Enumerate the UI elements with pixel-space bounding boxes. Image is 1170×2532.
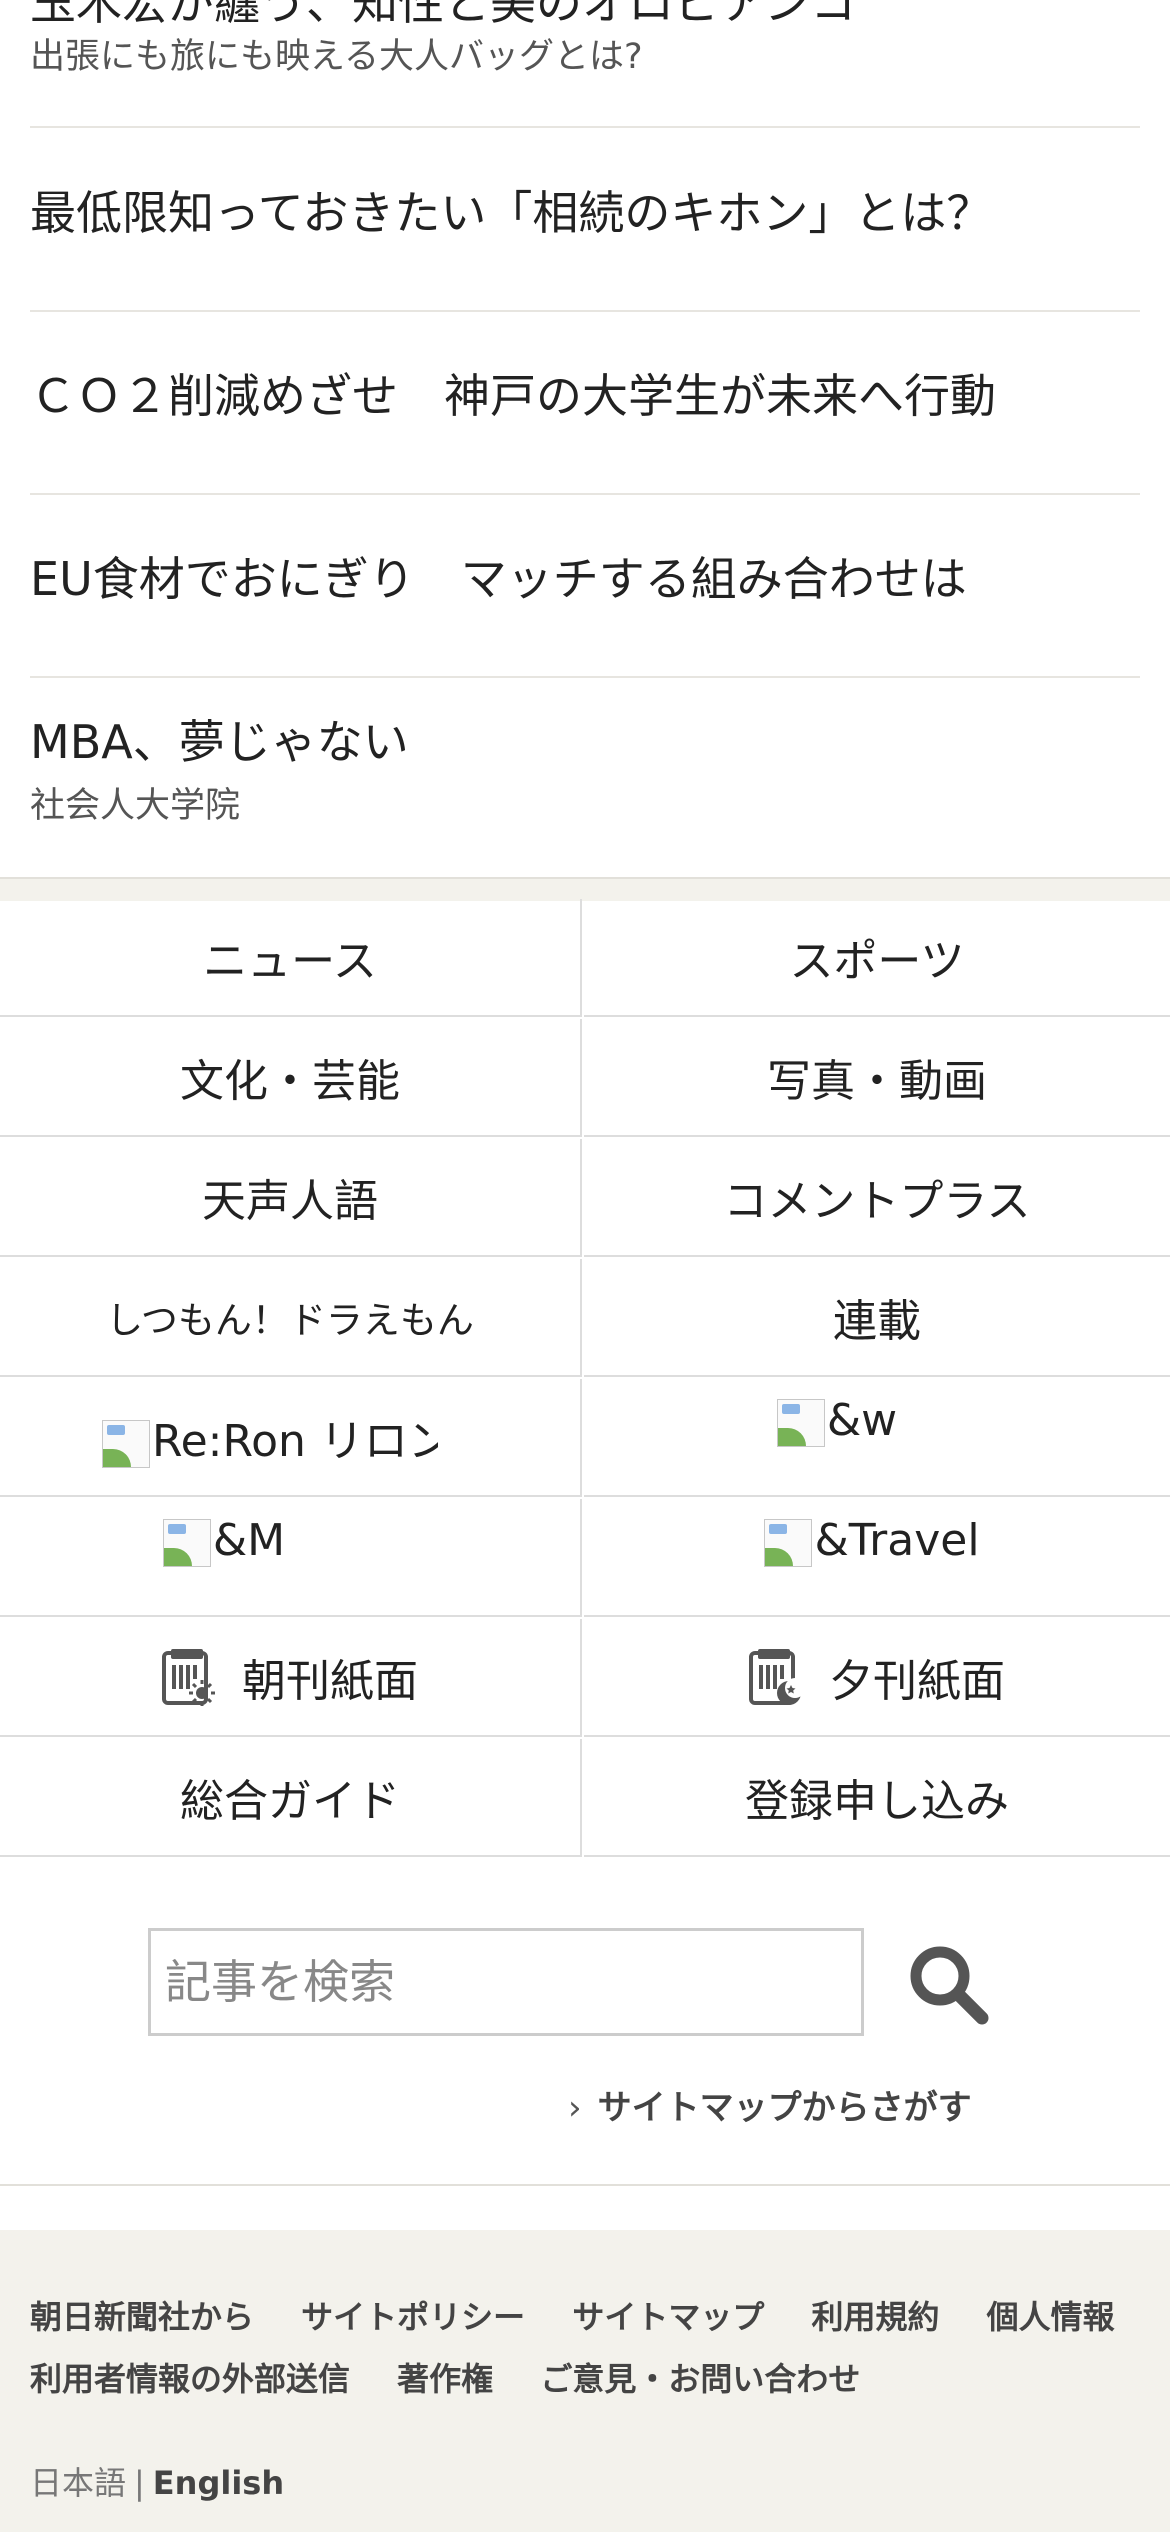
category-label: 文化・芸能 <box>180 1056 400 1107</box>
lang-english-link[interactable]: English <box>153 2464 284 2502</box>
category-label: しつもん！ドラえもん <box>106 1299 474 1342</box>
footer-link-privacy[interactable]: 個人情報 <box>987 2298 1115 2336</box>
category-morning-paper[interactable]: 朝刊紙面 <box>0 1619 582 1737</box>
category-label: コメントプラス <box>723 1176 1031 1227</box>
language-switch: 日本語 | English <box>30 2458 284 2504</box>
sitemap-link[interactable]: › サイトマップからさがす <box>568 2080 972 2129</box>
article-item[interactable]: ＣＯ２削減めざせ 神戸の大学生が未来へ行動 <box>30 311 1140 495</box>
footer-links-row: 利用者情報の外部送信 著作権 ご意見・お問い合わせ <box>30 2348 1150 2410</box>
footer-link-contact[interactable]: ご意見・お問い合わせ <box>540 2360 860 2398</box>
search-area: › サイトマップからさがす <box>0 1858 1170 2186</box>
broken-image-icon <box>102 1420 150 1468</box>
article-title[interactable]: 玉木宏が纏う、知性と美のオロビアンコ <box>30 0 856 31</box>
article-item[interactable]: MBA、夢じゃない 社会人大学院 <box>30 677 1140 877</box>
category-doraemon[interactable]: しつもん！ドラえもん <box>0 1259 582 1377</box>
footer-link-terms[interactable]: 利用規約 <box>811 2298 939 2336</box>
category-label: 写真・動画 <box>767 1056 987 1107</box>
category-label: 天声人語 <box>202 1176 378 1227</box>
category-label: 夕刊紙面 <box>829 1656 1005 1707</box>
footer-link-site-policy[interactable]: サイトポリシー <box>301 2298 525 2336</box>
article-title[interactable]: 最低限知っておきたい「相続のキホン」とは？ <box>30 186 992 241</box>
page: 玉木宏が纏う、知性と美のオロビアンコ 出張にも旅にも映える大人バッグとは? 最低… <box>0 0 1170 2532</box>
category-guide[interactable]: 総合ガイド <box>0 1739 582 1857</box>
category-reron[interactable]: Re:Ron リロン <box>0 1379 582 1497</box>
footer-link-company[interactable]: 朝日新聞社から <box>30 2298 254 2336</box>
category-evening-paper[interactable]: 夕刊紙面 <box>584 1619 1170 1737</box>
category-label: Re:Ron リロン <box>152 1416 438 1467</box>
broken-image-icon <box>776 1399 825 1447</box>
lang-separator: | <box>134 2464 145 2502</box>
chevron-right-icon: › <box>568 2088 582 2128</box>
category-serial[interactable]: 連載 <box>584 1259 1170 1377</box>
morning-paper-icon <box>162 1649 215 1706</box>
category-label: 登録申し込み <box>745 1776 1009 1827</box>
footer-link-sitemap[interactable]: サイトマップ <box>572 2298 764 2336</box>
category-label: スポーツ <box>789 936 965 987</box>
category-label: 総合ガイド <box>180 1776 400 1827</box>
footer-link-copyright[interactable]: 著作権 <box>397 2360 493 2398</box>
category-and-m[interactable]: &M <box>0 1499 582 1617</box>
article-title[interactable]: MBA、夢じゃない <box>30 715 409 770</box>
category-label: &w <box>826 1395 898 1446</box>
category-news[interactable]: ニュース <box>0 899 582 1017</box>
category-label: ニュース <box>203 936 377 987</box>
footer-links-row: 朝日新聞社から サイトポリシー サイトマップ 利用規約 個人情報 <box>30 2286 1150 2348</box>
category-label: &M <box>212 1515 286 1566</box>
category-comment-plus[interactable]: コメントプラス <box>584 1139 1170 1257</box>
category-and-travel[interactable]: &Travel <box>584 1499 1170 1617</box>
broken-image-icon <box>764 1519 813 1567</box>
footer: 朝日新聞社から サイトポリシー サイトマップ 利用規約 個人情報 利用者情報の外… <box>0 2230 1170 2532</box>
article-subtitle: 出張にも旅にも映える大人バッグとは? <box>30 37 643 77</box>
article-subtitle: 社会人大学院 <box>30 786 241 826</box>
lang-japanese: 日本語 <box>30 2464 127 2502</box>
search-input[interactable] <box>148 1928 864 2036</box>
category-tenseijingo[interactable]: 天声人語 <box>0 1139 582 1257</box>
search-icon[interactable] <box>902 1938 992 2028</box>
category-culture[interactable]: 文化・芸能 <box>0 1019 582 1137</box>
article-item[interactable]: 最低限知っておきたい「相続のキホン」とは？ <box>30 128 1140 312</box>
article-item[interactable]: EU食材でおにぎり マッチする組み合わせは <box>30 494 1140 678</box>
article-item[interactable]: 玉木宏が纏う、知性と美のオロビアンコ 出張にも旅にも映える大人バッグとは? <box>30 0 1140 128</box>
footer-links: 朝日新聞社から サイトポリシー サイトマップ 利用規約 個人情報 利用者情報の外… <box>30 2286 1150 2410</box>
footer-link-external-transfer[interactable]: 利用者情報の外部送信 <box>30 2360 350 2398</box>
article-title[interactable]: ＣＯ２削減めざせ 神戸の大学生が未来へ行動 <box>30 369 996 424</box>
category-photo-video[interactable]: 写真・動画 <box>584 1019 1170 1137</box>
category-and-w[interactable]: &w <box>584 1379 1170 1497</box>
category-sports[interactable]: スポーツ <box>584 899 1170 1017</box>
category-label: 朝刊紙面 <box>242 1656 418 1707</box>
section-divider <box>0 877 1170 901</box>
broken-image-icon <box>162 1519 211 1567</box>
category-label: 連載 <box>833 1296 921 1347</box>
sitemap-link-label: サイトマップからさがす <box>597 2088 972 2128</box>
category-signup[interactable]: 登録申し込み <box>584 1739 1170 1857</box>
article-title[interactable]: EU食材でおにぎり マッチする組み合わせは <box>30 552 967 607</box>
category-label: &Travel <box>814 1515 980 1566</box>
evening-paper-icon <box>749 1649 803 1705</box>
